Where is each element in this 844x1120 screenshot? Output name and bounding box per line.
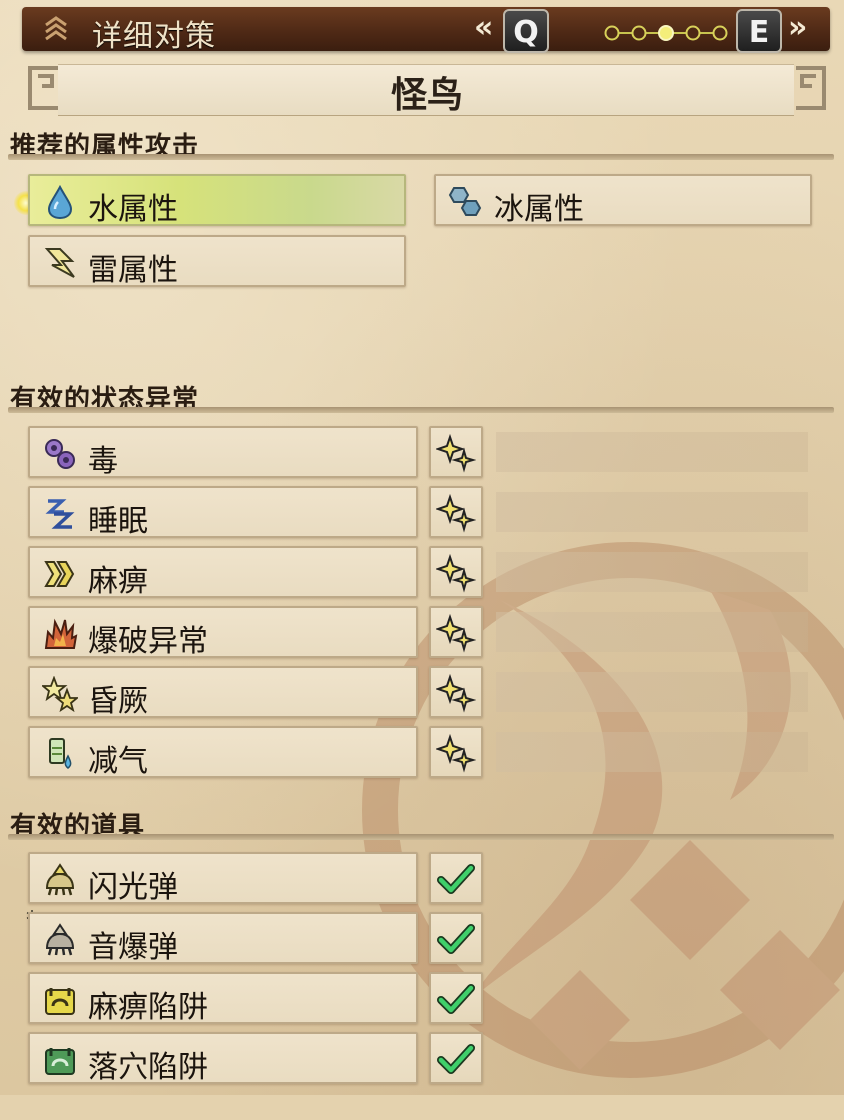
ailment-sleep[interactable]: 睡眠	[28, 486, 418, 539]
item-effective-indicator	[429, 852, 483, 904]
monster-name-banner: 怪鸟	[22, 60, 832, 116]
ailment-effective-indicator	[429, 426, 483, 478]
prev-page-button[interactable]: Q	[503, 9, 549, 53]
page-indicator	[604, 25, 728, 41]
water-drop-icon	[47, 184, 73, 220]
section-divider	[8, 834, 834, 840]
item-label: 闪光弹	[88, 870, 178, 905]
paralysis-icon	[44, 561, 75, 587]
item-effective-indicator	[429, 1032, 483, 1084]
next-page-button[interactable]: E	[736, 9, 782, 53]
ailment-poison[interactable]: 毒	[28, 426, 418, 479]
checkmark-icon	[437, 1044, 475, 1074]
sparkle-icon	[436, 553, 476, 593]
item-screamer-pod[interactable]: 音爆弹	[28, 912, 418, 965]
ailment-label: 爆破异常	[88, 624, 208, 659]
item-effective-indicator	[429, 912, 483, 964]
element-label: 雷属性	[88, 253, 178, 288]
sparkle-icon	[436, 673, 476, 713]
checkmark-icon	[437, 984, 475, 1014]
checkmark-icon	[437, 924, 475, 954]
effect-bar-track	[496, 612, 808, 652]
ailment-label: 昏厥	[88, 684, 148, 719]
next-chevron-icon[interactable]: »	[788, 13, 807, 43]
section-divider	[8, 154, 834, 160]
checkmark-icon	[437, 864, 475, 894]
thunder-bolt-icon	[44, 248, 75, 278]
ailment-label: 毒	[88, 444, 118, 479]
item-shock-trap[interactable]: 麻痹陷阱	[28, 972, 418, 1025]
monster-name: 怪鸟	[390, 75, 463, 116]
effect-bar-track	[496, 552, 808, 592]
ailment-label: 麻痹	[88, 564, 148, 599]
page-dot-active	[658, 25, 674, 41]
header-title: 详细对策	[92, 19, 216, 54]
ailment-blast[interactable]: 爆破异常	[28, 606, 418, 659]
ailment-stun[interactable]: 昏厥	[28, 666, 418, 719]
ailment-label: 睡眠	[88, 504, 148, 539]
flash-pod-icon	[45, 863, 75, 896]
effect-bar-track	[496, 492, 808, 532]
ailment-label: 减气	[88, 744, 148, 779]
ailment-effective-indicator	[429, 666, 483, 718]
prev-chevron-icon[interactable]: «	[474, 13, 493, 43]
item-label: 音爆弹	[88, 930, 178, 965]
exhaust-icon	[49, 738, 72, 769]
header-bar: 详细对策 « Q E »	[22, 7, 830, 54]
page-dot	[685, 25, 701, 41]
ailment-exhaust[interactable]: 减气	[28, 726, 418, 779]
sparkle-icon	[436, 493, 476, 533]
ornament-right-icon	[796, 66, 826, 110]
strategy-icon	[45, 16, 67, 41]
element-ice[interactable]: 冰属性	[434, 174, 812, 227]
effect-bar-track	[496, 672, 808, 712]
blast-icon	[44, 618, 78, 649]
effect-bar-track	[496, 432, 808, 472]
ailment-paralysis[interactable]: 麻痹	[28, 546, 418, 599]
section-divider	[8, 407, 834, 413]
page-dot	[712, 25, 728, 41]
element-label: 冰属性	[494, 192, 584, 227]
item-label: 麻痹陷阱	[88, 990, 208, 1025]
page-dot	[604, 25, 620, 41]
element-thunder[interactable]: 雷属性	[28, 235, 406, 288]
ailment-effective-indicator	[429, 726, 483, 778]
element-label: 水属性	[88, 192, 178, 227]
item-effective-indicator	[429, 972, 483, 1024]
ailment-effective-indicator	[429, 606, 483, 658]
sleep-icon	[45, 499, 75, 529]
ice-crystal-icon	[448, 187, 482, 216]
item-flash-pod[interactable]: 闪光弹	[28, 852, 418, 905]
element-water[interactable]: 水属性	[28, 174, 406, 227]
stun-icon	[42, 676, 78, 712]
pitfall-trap-icon	[45, 1048, 75, 1075]
ailment-effective-indicator	[429, 546, 483, 598]
screamer-pod-icon	[45, 923, 75, 956]
item-label: 落穴陷阱	[88, 1050, 208, 1085]
effect-bar-track	[496, 732, 808, 772]
item-pitfall-trap[interactable]: 落穴陷阱	[28, 1032, 418, 1085]
sparkle-icon	[436, 613, 476, 653]
sparkle-icon	[436, 433, 476, 473]
page-dot	[631, 25, 647, 41]
sparkle-icon	[436, 733, 476, 773]
poison-icon	[45, 439, 75, 469]
shock-trap-icon	[45, 988, 75, 1015]
ailment-effective-indicator	[429, 486, 483, 538]
